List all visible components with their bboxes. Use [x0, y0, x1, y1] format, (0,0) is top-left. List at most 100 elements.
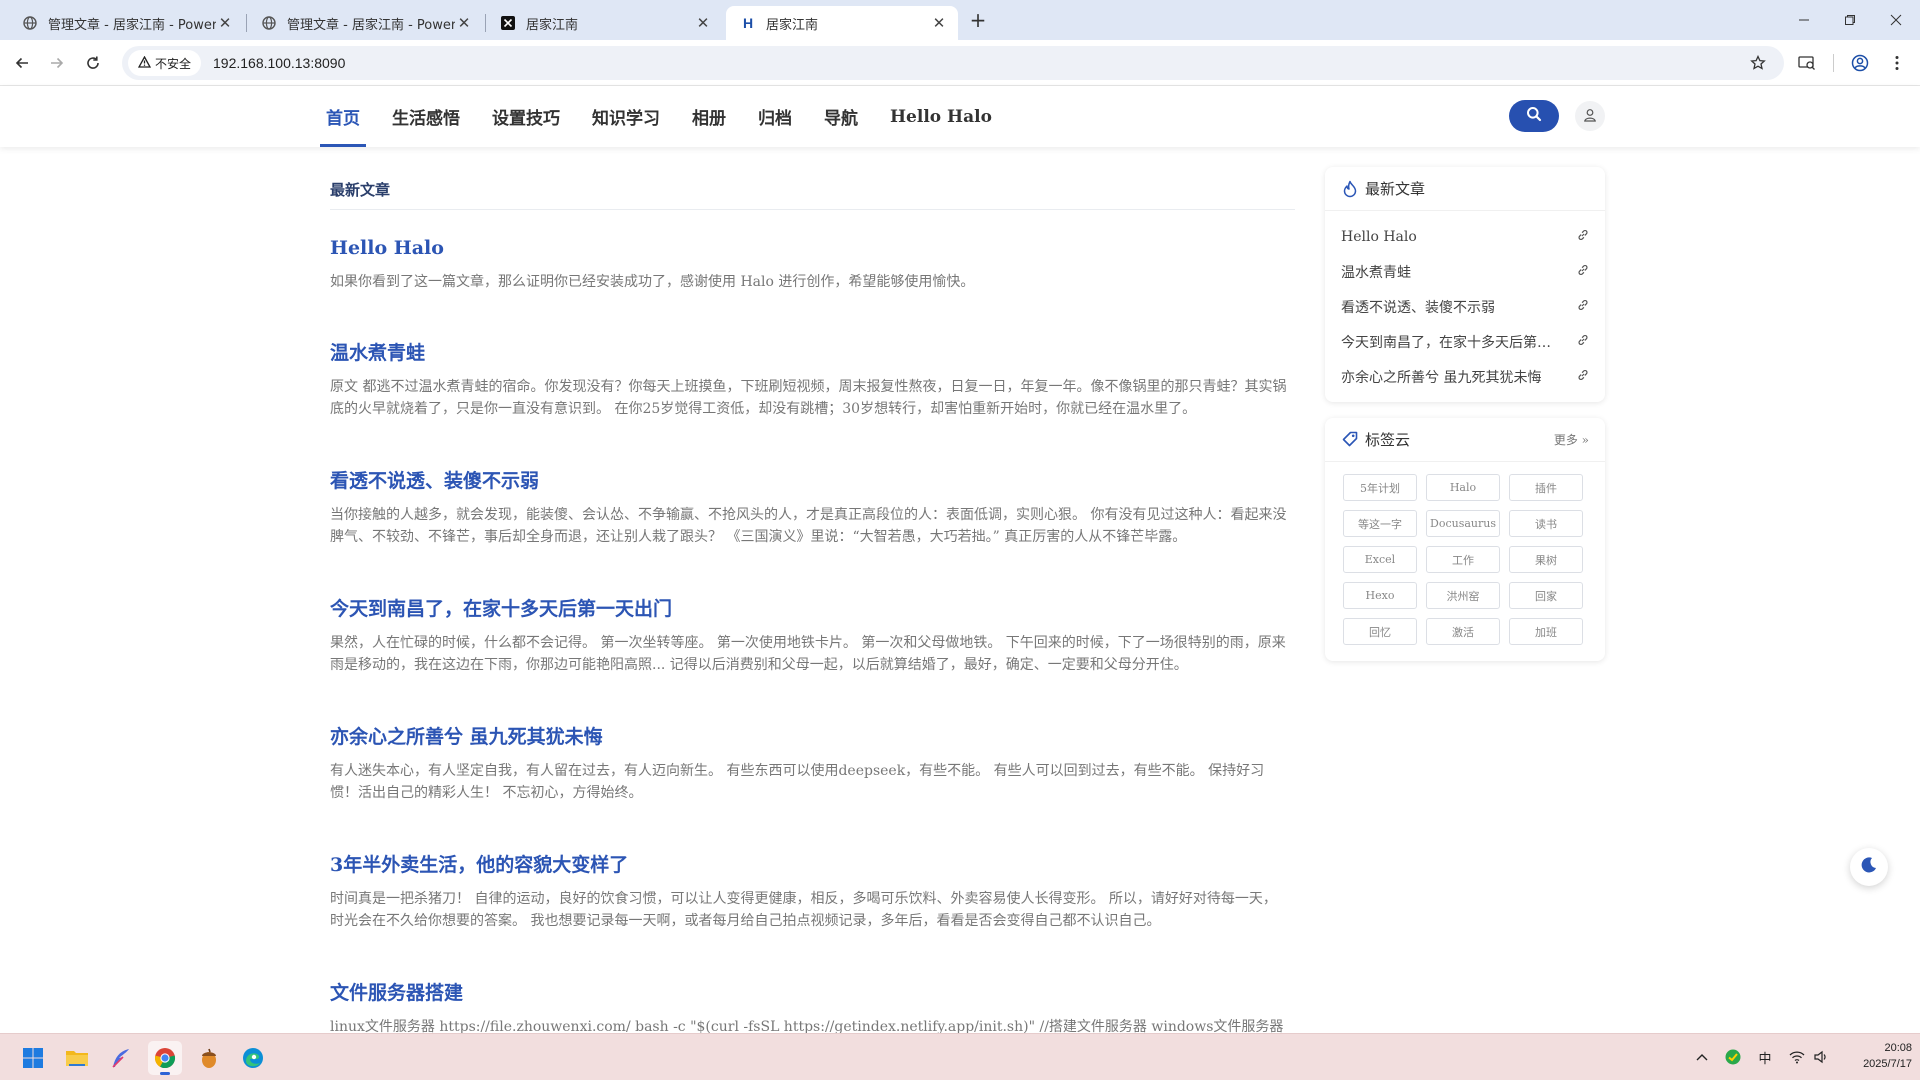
- widget-title: 最新文章: [1365, 180, 1426, 198]
- tab-title: 居家江南: [766, 17, 819, 33]
- tag-chip[interactable]: 等这一字: [1343, 510, 1417, 537]
- recent-post-item[interactable]: 今天到南昌了，在家十多天后第一天出门: [1325, 324, 1605, 359]
- close-icon[interactable]: ✕: [930, 14, 948, 32]
- post-list-section: 最新文章 Hello Halo 如果你看到了这一篇文章，那么证明你已经安装成功了…: [330, 147, 1295, 1033]
- url-text[interactable]: 192.168.100.13:8090: [213, 55, 345, 71]
- post-item: 文件服务器搭建 linux文件服务器 https://file.zhouwenx…: [330, 980, 1295, 1033]
- tag-chip[interactable]: Halo: [1426, 474, 1500, 501]
- dark-mode-toggle[interactable]: [1850, 848, 1888, 886]
- browser-tab[interactable]: 管理文章 - 居家江南 - Powered by ✕: [247, 6, 483, 40]
- post-title[interactable]: 今天到南昌了，在家十多天后第一天出门: [330, 596, 1295, 622]
- profile-icon[interactable]: [1849, 52, 1871, 74]
- tag-chip[interactable]: 果树: [1509, 546, 1583, 573]
- menu-item-archive[interactable]: 归档: [752, 86, 798, 147]
- minimize-icon[interactable]: [1781, 0, 1827, 40]
- link-icon: [1577, 334, 1589, 350]
- edge-icon[interactable]: [236, 1041, 270, 1075]
- menu-item-tips[interactable]: 设置技巧: [486, 86, 566, 147]
- site-header: 首页 生活感悟 设置技巧 知识学习 相册 归档 导航 Hello Halo: [0, 86, 1920, 147]
- recent-post-item[interactable]: 看透不说透、装傻不示弱: [1325, 289, 1605, 324]
- close-icon[interactable]: ✕: [216, 14, 234, 32]
- tag-icon: [1341, 431, 1359, 449]
- windows-start-icon[interactable]: [16, 1041, 50, 1075]
- browser-tab-active[interactable]: H 居家江南 ✕: [726, 6, 958, 40]
- volume-icon[interactable]: [1810, 1046, 1832, 1068]
- security-app-icon[interactable]: [1722, 1046, 1744, 1068]
- taskbar: 中 20:08 2025/7/17: [0, 1033, 1920, 1080]
- ime-indicator[interactable]: 中: [1754, 1046, 1776, 1068]
- tag-chip[interactable]: 插件: [1509, 474, 1583, 501]
- menu-item-life[interactable]: 生活感悟: [386, 86, 466, 147]
- more-tags-link[interactable]: 更多 »: [1554, 431, 1589, 448]
- post-title[interactable]: 3年半外卖生活，他的容貌大变样了: [330, 852, 1295, 878]
- acorn-app-icon[interactable]: [192, 1041, 226, 1075]
- menu-item-album[interactable]: 相册: [686, 86, 732, 147]
- recent-post-title: 亦余心之所善兮 虽九死其犹未悔: [1341, 369, 1542, 386]
- widget-header: 最新文章: [1325, 167, 1605, 211]
- address-bar[interactable]: 不安全 192.168.100.13:8090: [122, 46, 1784, 80]
- menu-item-learning[interactable]: 知识学习: [586, 86, 666, 147]
- back-icon[interactable]: [9, 50, 35, 76]
- bookmark-star-icon[interactable]: [1747, 52, 1769, 74]
- recent-posts-list: Hello Halo 温水煮青蛙 看透不说透、装傻不示弱 今天到南昌了，在家十多…: [1325, 211, 1605, 402]
- new-tab-button[interactable]: +: [967, 8, 989, 32]
- user-button[interactable]: [1575, 101, 1605, 131]
- tab-title: 管理文章 - 居家江南 - Powered by: [48, 17, 216, 33]
- restore-icon[interactable]: [1827, 0, 1873, 40]
- recent-post-item[interactable]: 温水煮青蛙: [1325, 254, 1605, 289]
- file-explorer-icon[interactable]: [60, 1041, 94, 1075]
- wifi-icon[interactable]: [1786, 1046, 1808, 1068]
- recent-post-title: 今天到南昌了，在家十多天后第一天出门: [1341, 334, 1556, 351]
- post-excerpt: 原文 都逃不过温水煮青蛙的宿命。你发现没有？你每天上班摸鱼，下班刷短视频，周末报…: [330, 379, 1287, 417]
- post-title[interactable]: 看透不说透、装傻不示弱: [330, 468, 1295, 494]
- close-icon[interactable]: ✕: [455, 14, 473, 32]
- more-label: 更多: [1553, 433, 1578, 447]
- tag-chip[interactable]: Docusaurus: [1426, 510, 1500, 537]
- recent-post-item[interactable]: 亦余心之所善兮 虽九死其犹未悔: [1325, 359, 1605, 394]
- post-title[interactable]: Hello Halo: [330, 235, 1295, 261]
- system-clock[interactable]: 20:08 2025/7/17: [1840, 1040, 1912, 1072]
- post-title[interactable]: 温水煮青蛙: [330, 340, 1295, 366]
- tag-chip[interactable]: 回家: [1509, 582, 1583, 609]
- menu-item-hello-halo[interactable]: Hello Halo: [884, 86, 998, 147]
- search-button[interactable]: [1509, 100, 1559, 132]
- recent-posts-widget: 最新文章 Hello Halo 温水煮青蛙 看透不说透、装傻不示弱 今天到南昌了…: [1325, 167, 1605, 402]
- tag-chip[interactable]: 5年计划: [1343, 474, 1417, 501]
- browser-tab[interactable]: 管理文章 - 居家江南 - Powered by ✕: [8, 6, 244, 40]
- forward-icon[interactable]: [44, 50, 70, 76]
- tag-chip[interactable]: Hexo: [1343, 582, 1417, 609]
- menu-item-nav[interactable]: 导航: [818, 86, 864, 147]
- main-menu: 首页 生活感悟 设置技巧 知识学习 相册 归档 导航 Hello Halo: [320, 86, 1018, 147]
- tag-chip[interactable]: 加班: [1509, 618, 1583, 645]
- link-icon: [1577, 369, 1589, 385]
- chevron-up-icon[interactable]: [1692, 1046, 1712, 1068]
- widget-title: 标签云: [1365, 431, 1411, 449]
- post-excerpt: 时间真是一把杀猪刀！ 自律的运动，良好的饮食习惯，可以让人变得更健康，相反，多喝…: [330, 891, 1277, 929]
- tag-chip[interactable]: 工作: [1426, 546, 1500, 573]
- post-item: Hello Halo 如果你看到了这一篇文章，那么证明你已经安装成功了，感谢使用…: [330, 235, 1295, 293]
- more-menu-icon[interactable]: [1886, 52, 1908, 74]
- tag-chip[interactable]: 读书: [1509, 510, 1583, 537]
- tag-chip[interactable]: 回忆: [1343, 618, 1417, 645]
- post-item: 亦余心之所善兮 虽九死其犹未悔 有人迷失本心，有人坚定自我，有人留在过去，有人迈…: [330, 724, 1295, 804]
- moon-icon: [1859, 855, 1879, 879]
- post-item: 3年半外卖生活，他的容貌大变样了 时间真是一把杀猪刀！ 自律的运动，良好的饮食习…: [330, 852, 1295, 932]
- security-chip[interactable]: 不安全: [128, 50, 202, 76]
- close-icon[interactable]: ✕: [694, 14, 712, 32]
- menu-item-home[interactable]: 首页: [320, 86, 366, 147]
- post-title[interactable]: 文件服务器搭建: [330, 980, 1295, 1006]
- recent-post-item[interactable]: Hello Halo: [1325, 219, 1605, 254]
- divider: [330, 209, 1295, 210]
- feather-app-icon[interactable]: [104, 1041, 138, 1075]
- close-window-icon[interactable]: [1873, 0, 1919, 40]
- tag-chip[interactable]: 激活: [1426, 618, 1500, 645]
- post-excerpt: linux文件服务器 https://file.zhouwenxi.com/ b…: [330, 1019, 1284, 1033]
- chrome-icon[interactable]: [148, 1041, 182, 1075]
- post-title[interactable]: 亦余心之所善兮 虽九死其犹未悔: [330, 724, 1295, 750]
- browser-tab[interactable]: 居家江南 ✕: [486, 6, 722, 40]
- reload-icon[interactable]: [80, 50, 106, 76]
- tag-chip[interactable]: Excel: [1343, 546, 1417, 573]
- media-router-icon[interactable]: [1796, 52, 1818, 74]
- halo-h-icon: H: [742, 15, 754, 31]
- tag-chip[interactable]: 洪州窑: [1426, 582, 1500, 609]
